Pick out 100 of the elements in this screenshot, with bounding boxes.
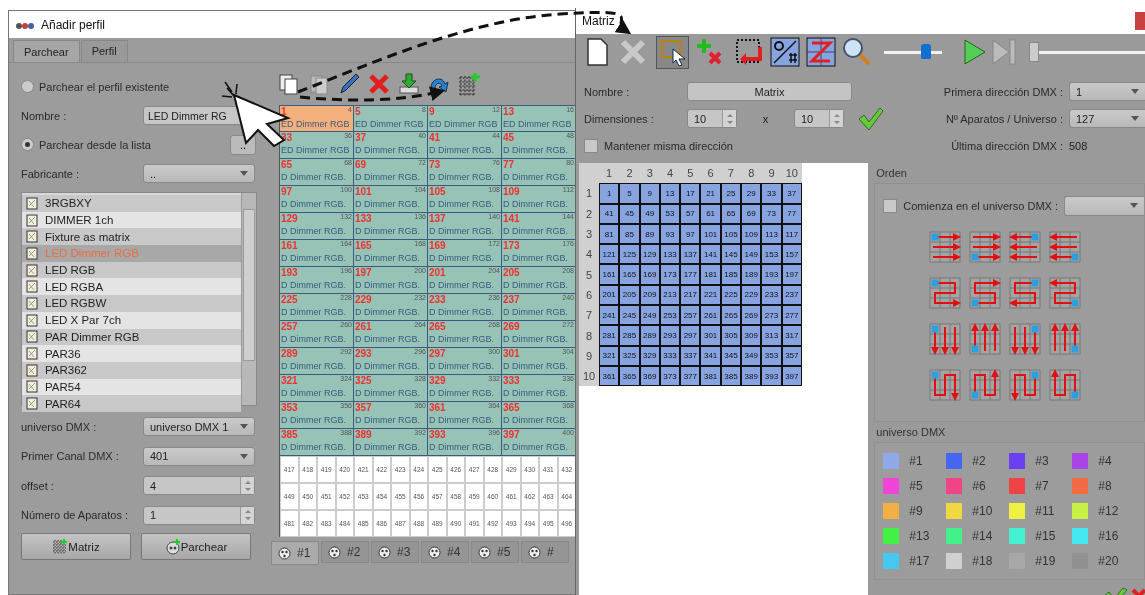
fixture-cell[interactable]: 393 (761, 365, 782, 387)
fixture-cell[interactable]: 253 (659, 305, 681, 326)
fixture-cell[interactable]: 205 (619, 284, 640, 306)
fixture-cell[interactable]: 301 (700, 325, 721, 346)
fixture-cell[interactable]: 177 (680, 264, 701, 285)
name-field[interactable]: Matrix (687, 82, 852, 101)
fixture-cell[interactable]: 133 (659, 244, 681, 265)
color-swatch[interactable] (1072, 503, 1089, 519)
fixture-cell[interactable]: 261 (700, 305, 721, 326)
color-swatch[interactable] (1072, 528, 1089, 544)
order-pattern-icon[interactable] (1009, 277, 1042, 309)
universe-tab[interactable]: # (521, 541, 569, 563)
fixture-cell[interactable]: 113 (761, 223, 782, 245)
fixture-cell[interactable]: 341 (700, 345, 721, 366)
pen-icon[interactable] (337, 72, 361, 96)
fixture-cell[interactable]: 217 (680, 284, 701, 306)
speed-slider[interactable] (884, 42, 942, 62)
universe-tab[interactable]: #3 (371, 541, 419, 563)
fixture-cell[interactable]: 149 (741, 244, 762, 265)
download-icon[interactable] (397, 72, 421, 96)
profile-item[interactable]: Fixture as matrix (22, 228, 241, 246)
tab[interactable]: Perfil (80, 40, 128, 62)
fixture-cell[interactable]: 29 (741, 183, 762, 204)
fixture-cell[interactable]: 265 (720, 305, 742, 326)
fixture-cell[interactable]: 41 (599, 203, 620, 224)
fixture-cell[interactable]: 377 (680, 365, 701, 387)
color-swatch[interactable] (883, 503, 900, 519)
dropdown[interactable]: 127 (1069, 109, 1145, 128)
fixture-cell[interactable]: 305 (720, 325, 742, 346)
color-swatch[interactable] (946, 553, 963, 569)
fixture-cell[interactable]: 257 (680, 305, 701, 326)
fixture-cell[interactable]: 57 (680, 203, 701, 224)
fixture-cell[interactable]: 189 (741, 264, 762, 285)
fixture-cell[interactable]: 125 (619, 244, 640, 265)
slider-thumb[interactable] (1029, 42, 1039, 62)
patch-button[interactable]: Parchear (141, 533, 251, 560)
grid-plus-icon[interactable] (457, 72, 481, 96)
fixture-cell[interactable]: 17 (680, 183, 701, 204)
fixture-cell[interactable]: 165 (619, 264, 640, 285)
select-tool[interactable] (656, 35, 689, 69)
color-swatch[interactable] (883, 553, 900, 569)
fixture-cell[interactable]: 137 (680, 244, 701, 265)
dropdown[interactable]: universo DMX 1 (143, 417, 255, 437)
spin-field[interactable]: 1 (143, 505, 255, 525)
radio-button[interactable] (21, 138, 34, 151)
fixture-cell[interactable]: 185 (720, 264, 742, 285)
dropdown[interactable]: 1 (1069, 82, 1145, 101)
order-pattern-icon[interactable] (1009, 323, 1042, 355)
fixture-cell[interactable]: 9 (639, 183, 660, 204)
fixture-cell[interactable]: 61 (700, 203, 721, 224)
profile-item[interactable]: LED RGBA (22, 278, 241, 296)
fixture-cell[interactable]: 245 (619, 305, 640, 326)
fixture-cell[interactable]: 269 (741, 305, 762, 326)
spin-field[interactable]: 4 (143, 476, 255, 496)
profile-item[interactable]: PAR36 (22, 345, 241, 362)
universe-tab[interactable]: #2 (321, 541, 369, 563)
scrollbar[interactable] (241, 193, 256, 405)
color-swatch[interactable] (1009, 453, 1026, 469)
color-swatch[interactable] (946, 503, 963, 519)
fixture-cell[interactable]: 249 (639, 305, 660, 326)
color-swatch[interactable] (883, 528, 900, 544)
fixture-cell[interactable]: 325 (619, 345, 640, 366)
order-pattern-icon[interactable] (969, 323, 1002, 355)
dropdown[interactable]: 401 (143, 446, 255, 466)
fixture-cell[interactable]: 381 (700, 365, 721, 387)
order-pattern-icon[interactable] (1049, 323, 1082, 355)
fixture-cell[interactable]: 285 (619, 325, 640, 346)
tab[interactable]: Parchear (13, 40, 80, 62)
checkmark-icon[interactable] (858, 106, 884, 131)
fixture-cell[interactable]: 313 (761, 325, 782, 346)
fixture-cell[interactable]: 25 (720, 183, 742, 204)
fixture-cell[interactable]: 169 (639, 264, 660, 285)
order-pattern-icon[interactable] (969, 369, 1002, 401)
universe-tab[interactable]: #5 (471, 541, 519, 563)
skip-end-icon[interactable] (990, 37, 1018, 67)
order-pattern-icon[interactable] (1009, 231, 1042, 263)
fixture-cell[interactable]: 141 (700, 244, 721, 265)
paste-icon[interactable] (307, 72, 331, 96)
profile-item[interactable]: PAR64 (22, 395, 241, 412)
fixture-cell[interactable]: 309 (741, 325, 762, 346)
fixture-cell[interactable]: 21 (700, 183, 721, 204)
color-swatch[interactable] (1072, 453, 1089, 469)
fixture-cell[interactable]: 69 (741, 203, 762, 224)
height-spin-field[interactable]: 10 (794, 109, 844, 128)
fixture-cell[interactable]: 121 (599, 244, 620, 265)
radio-button[interactable] (21, 80, 34, 93)
fixture-cell[interactable]: 173 (659, 264, 681, 285)
slider-thumb[interactable] (920, 44, 931, 59)
fixture-cell[interactable]: 281 (599, 325, 620, 346)
color-swatch[interactable] (1009, 528, 1026, 544)
fixture-cell[interactable]: 85 (619, 223, 640, 245)
fixture-cell[interactable]: 109 (741, 223, 762, 245)
fixture-cell[interactable]: 241 (599, 305, 620, 326)
fixture-cell[interactable]: 161 (599, 264, 620, 285)
play-icon[interactable] (961, 37, 987, 67)
order-pattern-icon[interactable] (1049, 277, 1082, 309)
fixture-cell[interactable]: 13 (659, 183, 681, 204)
order-pattern-icon[interactable] (1049, 369, 1082, 401)
fixture-cell[interactable]: 321 (599, 345, 620, 366)
fixture-cell[interactable]: 97 (680, 223, 701, 245)
